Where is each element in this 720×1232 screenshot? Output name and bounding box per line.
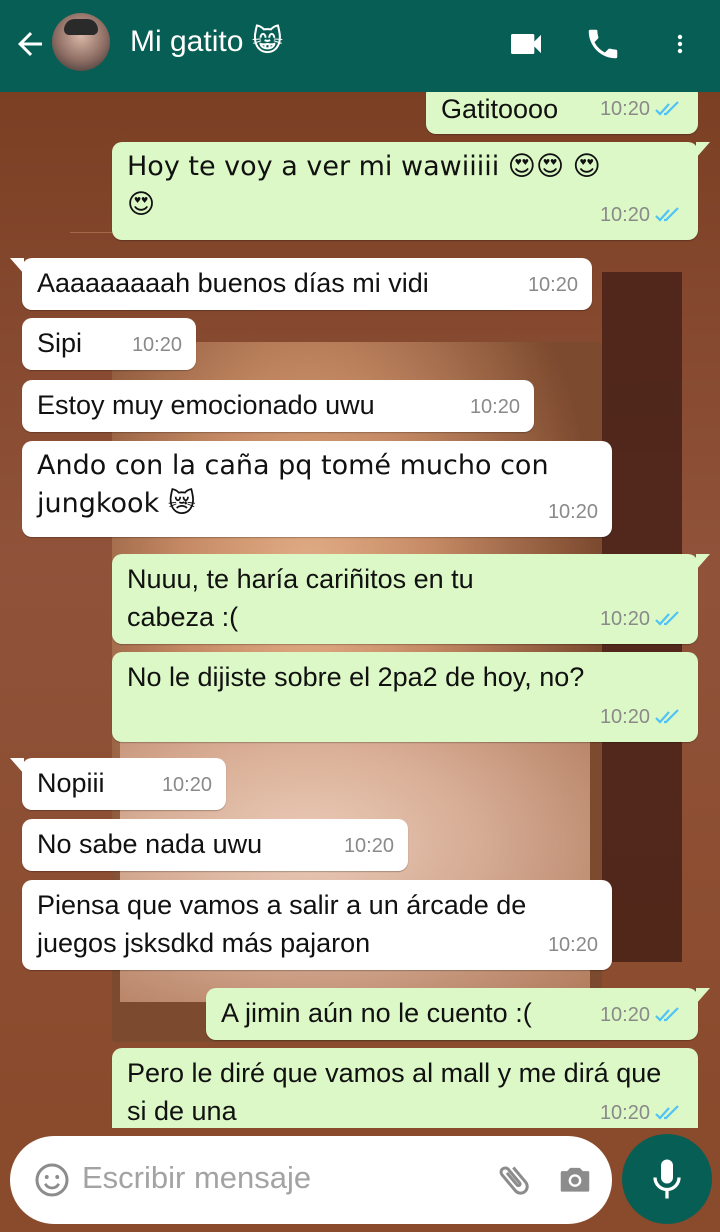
message-time: 10:20: [343, 835, 394, 857]
message-meta: 10:20: [470, 388, 520, 426]
camera-icon[interactable]: [556, 1160, 594, 1198]
read-ticks-icon: [655, 1007, 679, 1022]
message-bubble-outgoing[interactable]: No le dijiste sobre el 2pa2 de hoy, no? …: [112, 652, 698, 742]
message-time: 10:20: [599, 608, 650, 630]
video-call-icon[interactable]: [506, 24, 546, 64]
message-meta: 10:20: [548, 493, 598, 531]
message-text: Nopiii: [37, 768, 105, 798]
message-bubble-outgoing[interactable]: A jimin aún no le cuento :( 10:20: [206, 988, 710, 1040]
chat-header: Mi gatito 😸: [0, 0, 720, 92]
message-text: Hoy te voy a ver mi wawiiiii 😍😍 😍😍: [127, 151, 601, 220]
read-ticks-icon: [655, 207, 679, 222]
message-meta: 10:20: [162, 766, 212, 804]
message-time: 10:20: [527, 274, 578, 296]
message-text: Ando con la caña pq tomé mucho con jungk…: [37, 450, 549, 519]
message-meta: 10:20: [600, 1094, 684, 1128]
message-bubble-incoming[interactable]: Sipi 10:20: [22, 318, 196, 370]
message-bubble-incoming[interactable]: Nopiii 10:20: [10, 758, 226, 810]
message-text: No sabe nada uwu: [37, 829, 263, 859]
read-ticks-icon: [655, 1105, 679, 1120]
message-text: Sipi: [37, 328, 83, 358]
message-text: No le dijiste sobre el 2pa2 de hoy, no?: [127, 662, 585, 692]
message-meta: 10:20: [548, 926, 598, 964]
message-bubble-outgoing[interactable]: Gatitoooo 10:20: [426, 92, 698, 134]
message-time: 10:20: [599, 98, 650, 120]
contact-name[interactable]: Mi gatito 😸: [130, 24, 283, 59]
message-text: Gatitoooo: [441, 94, 559, 124]
arrow-back-icon[interactable]: [12, 26, 48, 62]
message-meta: 10:20: [528, 266, 578, 304]
message-meta: 10:20: [344, 827, 394, 865]
message-composer: Escribir mensaje: [10, 1136, 612, 1224]
message-meta: 10:20: [132, 326, 182, 364]
message-bubble-outgoing[interactable]: Nuuu, te haría cariñitos en tu cabeza :(…: [112, 554, 710, 644]
phone-icon[interactable]: [584, 24, 622, 64]
paperclip-icon[interactable]: [494, 1160, 534, 1200]
message-meta: 10:20: [600, 600, 684, 638]
avatar[interactable]: [52, 13, 110, 71]
message-text: A jimin aún no le cuento :(: [221, 998, 532, 1028]
message-bubble-incoming[interactable]: Piensa que vamos a salir a un árcade de …: [22, 880, 612, 970]
message-time: 10:20: [547, 501, 598, 523]
read-ticks-icon: [655, 101, 679, 116]
message-time: 10:20: [599, 1102, 650, 1124]
more-vert-icon[interactable]: [668, 24, 692, 64]
message-bubble-incoming[interactable]: Estoy muy emocionado uwu 10:20: [22, 380, 534, 432]
message-bubble-incoming[interactable]: Ando con la caña pq tomé mucho con jungk…: [22, 441, 612, 537]
read-ticks-icon: [655, 709, 679, 724]
message-time: 10:20: [547, 934, 598, 956]
message-meta: 10:20: [600, 92, 684, 128]
message-time: 10:20: [599, 1004, 650, 1026]
message-meta: 10:20: [600, 996, 684, 1034]
microphone-button[interactable]: [622, 1134, 712, 1224]
message-meta: 10:20: [600, 196, 684, 234]
message-time: 10:20: [469, 396, 520, 418]
message-time: 10:20: [131, 334, 182, 356]
message-time: 10:20: [161, 774, 212, 796]
message-time: 10:20: [599, 204, 650, 226]
message-bubble-outgoing[interactable]: Hoy te voy a ver mi wawiiiii 😍😍 😍😍 10:20: [112, 142, 710, 240]
message-text: Estoy muy emocionado uwu: [37, 390, 375, 420]
message-text: Piensa que vamos a salir a un árcade de …: [37, 890, 527, 958]
message-time: 10:20: [599, 706, 650, 728]
message-meta: 10:20: [600, 698, 684, 736]
chat-area[interactable]: Gatitoooo 10:20 Hoy te voy a ver mi wawi…: [0, 92, 720, 1128]
microphone-icon: [653, 1159, 681, 1199]
message-text: Aaaaaaaaah buenos días mi vidi: [37, 268, 429, 298]
message-bubble-incoming[interactable]: Aaaaaaaaah buenos días mi vidi 10:20: [10, 258, 592, 310]
emoji-icon[interactable]: [34, 1162, 70, 1198]
message-bubble-incoming[interactable]: No sabe nada uwu 10:20: [22, 819, 408, 871]
message-text: Nuuu, te haría cariñitos en tu cabeza :(: [127, 564, 474, 632]
message-input[interactable]: Escribir mensaje: [82, 1160, 311, 1196]
message-bubble-outgoing[interactable]: Pero le diré que vamos al mall y me dirá…: [112, 1048, 698, 1128]
read-ticks-icon: [655, 611, 679, 626]
